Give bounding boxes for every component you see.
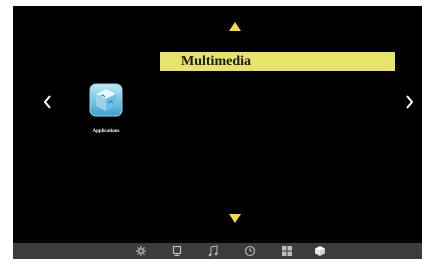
settings-icon[interactable]: [135, 245, 147, 257]
bottom-bar: [13, 243, 422, 259]
applications-label: Applications: [92, 129, 120, 134]
menu-title: Multimedia: [160, 52, 395, 71]
up-arrow-icon[interactable]: [229, 22, 241, 31]
left-arrow-icon[interactable]: [44, 95, 51, 109]
applications-cube-icon: [89, 83, 123, 117]
display-icon[interactable]: [171, 245, 183, 257]
down-arrow-icon[interactable]: [229, 214, 241, 223]
tv-menu-screen: Multimedia Applications: [13, 6, 422, 259]
applications-cube-icon[interactable]: [314, 245, 326, 257]
grid-icon[interactable]: [281, 245, 293, 257]
right-arrow-icon[interactable]: [406, 95, 413, 109]
clock-icon[interactable]: [244, 245, 256, 257]
music-icon[interactable]: [207, 245, 219, 257]
applications-tile[interactable]: Applications: [76, 83, 136, 143]
